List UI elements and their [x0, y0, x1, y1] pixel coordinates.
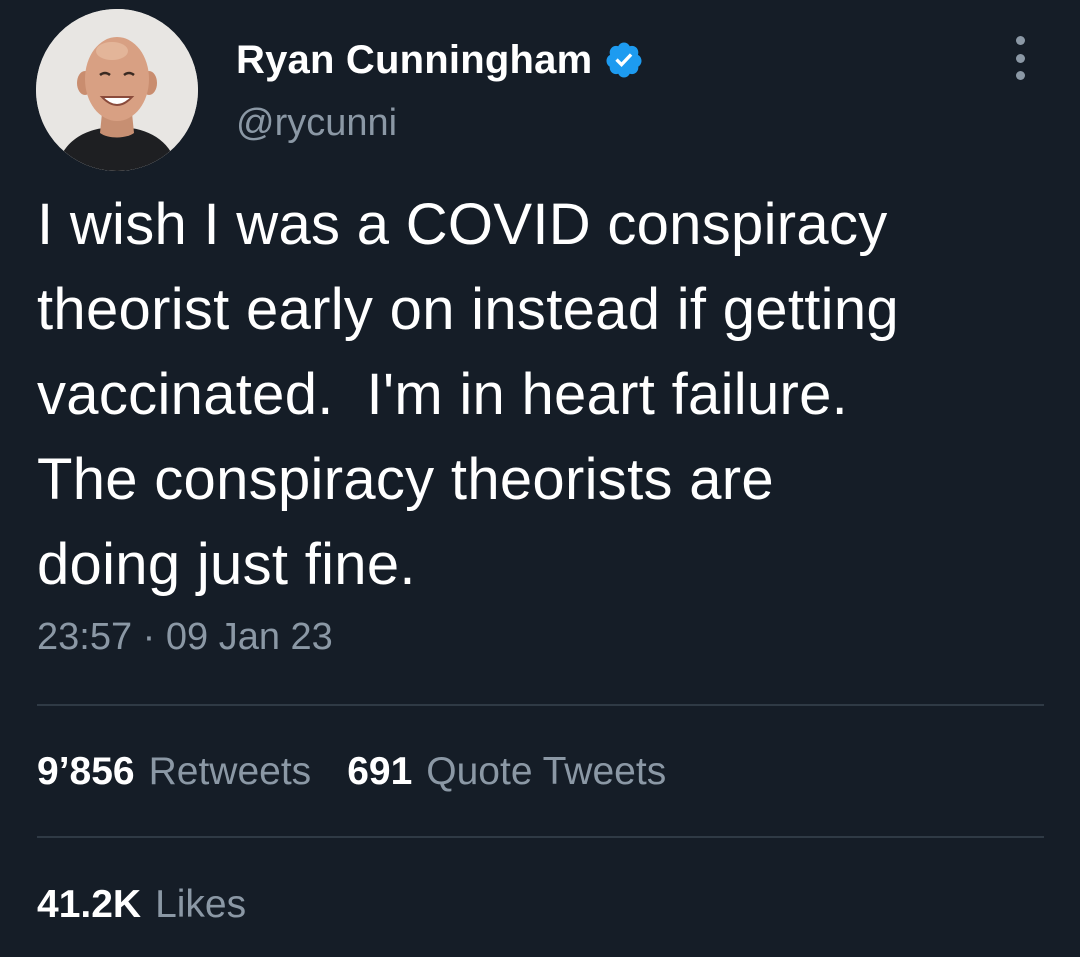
likes-stat-row: 41.2K Likes — [37, 877, 246, 933]
quote-tweets-stat[interactable]: 691 Quote Tweets — [347, 750, 666, 794]
author-handle[interactable]: @rycunni — [236, 102, 397, 145]
more-dot — [1015, 36, 1025, 45]
author-display-name[interactable]: Ryan Cunningham — [236, 38, 592, 83]
likes-stat[interactable]: 41.2K Likes — [37, 883, 246, 927]
avatar[interactable] — [36, 9, 198, 171]
quote-tweets-label: Quote Tweets — [426, 750, 667, 793]
retweets-count: 9’856 — [37, 750, 135, 793]
retweets-stat[interactable]: 9’856 Retweets — [37, 750, 311, 794]
likes-count: 41.2K — [37, 883, 142, 926]
tweet-text: I wish I was a COVID conspiracy theorist… — [37, 192, 899, 597]
quote-tweets-count: 691 — [347, 750, 413, 793]
tweet-timestamp[interactable]: 23:57 · 09 Jan 23 — [37, 616, 333, 659]
tweet-date: 09 Jan 23 — [165, 616, 333, 658]
more-options-icon[interactable] — [1004, 36, 1036, 80]
engagement-stats: 9’856 Retweets 691 Quote Tweets — [37, 744, 666, 800]
divider — [37, 704, 1044, 706]
likes-label: Likes — [155, 883, 247, 926]
verified-badge-icon — [606, 42, 642, 78]
meta-separator: · — [142, 616, 156, 658]
more-dot — [1015, 53, 1025, 63]
retweets-label: Retweets — [148, 750, 312, 793]
divider — [37, 836, 1044, 838]
more-dot — [1015, 71, 1025, 80]
tweet-card: Ryan Cunningham @rycunni I wish I was a … — [0, 0, 1080, 957]
avatar-photo — [36, 9, 198, 171]
author-name-row: Ryan Cunningham — [236, 34, 644, 86]
tweet-time: 23:57 — [37, 616, 133, 658]
